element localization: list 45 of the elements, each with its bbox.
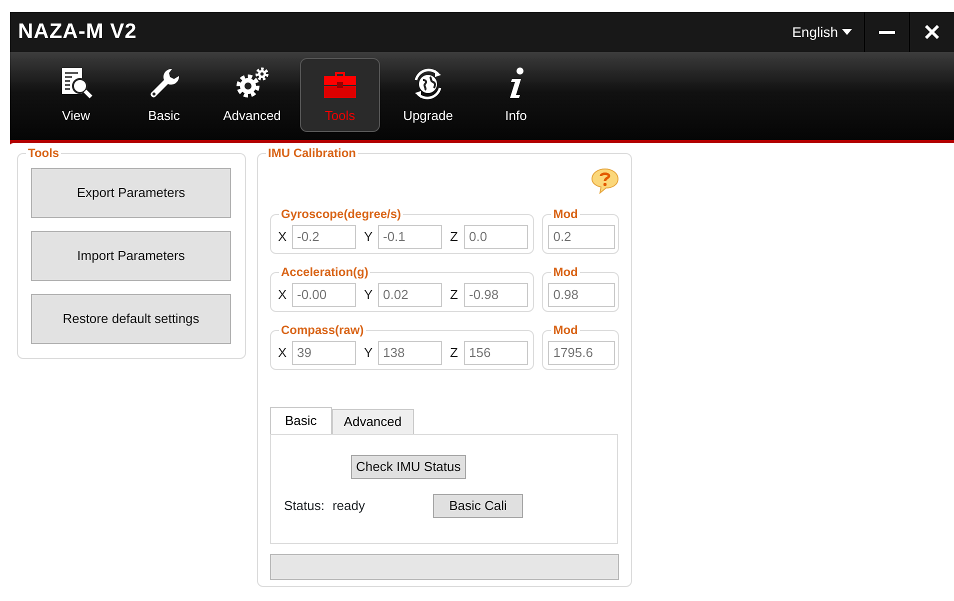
status-value: ready [332, 497, 365, 516]
nav-tab[interactable]: Info [472, 58, 560, 132]
mod-field[interactable]: 1795.6 [548, 340, 616, 364]
value-field[interactable]: -0.1 [378, 224, 442, 248]
language-dropdown[interactable]: English [792, 22, 864, 42]
nav-tab[interactable]: Upgrade [384, 58, 472, 132]
basic-cali-button[interactable]: Basic Cali [433, 494, 523, 518]
status-label: Status: [284, 497, 324, 516]
axis-label: Y [364, 228, 374, 246]
app-title: NAZA-M V2 [17, 19, 138, 46]
close-icon [925, 25, 939, 39]
help-icon[interactable] [591, 168, 619, 194]
tool-button[interactable]: Import Parameters [31, 231, 231, 281]
group-title: Acceleration(g) [279, 265, 370, 280]
value-field[interactable]: -0.2 [292, 224, 356, 248]
value-field[interactable]: 138 [378, 340, 442, 364]
value-field[interactable]: 39 [292, 340, 356, 364]
group-title: Gyroscope(degree/s) [279, 207, 404, 222]
check-imu-status-button[interactable]: Check IMU Status [351, 455, 466, 479]
nav-tab[interactable]: View [32, 58, 120, 132]
nav-tab[interactable]: Advanced [208, 58, 296, 132]
tab[interactable]: Advanced [332, 409, 414, 434]
tool-button[interactable]: Export Parameters [31, 168, 231, 218]
value-field[interactable]: -0.98 [464, 282, 528, 306]
value-field[interactable]: 156 [464, 340, 528, 364]
tab[interactable]: Basic [270, 407, 332, 434]
tool-button[interactable]: Restore default settings [31, 294, 231, 344]
axis-label: X [278, 286, 288, 304]
mod-field[interactable]: 0.98 [548, 282, 616, 306]
nav-tab[interactable]: Basic [120, 58, 208, 132]
axis-label: Y [364, 344, 374, 362]
axis-label: Z [450, 286, 459, 304]
value-field[interactable]: 0.02 [378, 282, 442, 306]
axis-label: X [278, 344, 288, 362]
gears-icon [234, 66, 270, 100]
group-title: Compass(raw) [279, 323, 366, 338]
minimize-icon [879, 30, 895, 34]
value-field[interactable]: 0.0 [464, 224, 528, 248]
caret-icon [842, 29, 852, 35]
mod-field[interactable]: 0.2 [548, 224, 616, 248]
axis-label: Z [450, 344, 459, 362]
axis-label: Y [364, 286, 374, 304]
axis-label: Z [450, 228, 459, 246]
axis-label: X [278, 228, 288, 246]
value-field[interactable]: -0.00 [292, 282, 356, 306]
